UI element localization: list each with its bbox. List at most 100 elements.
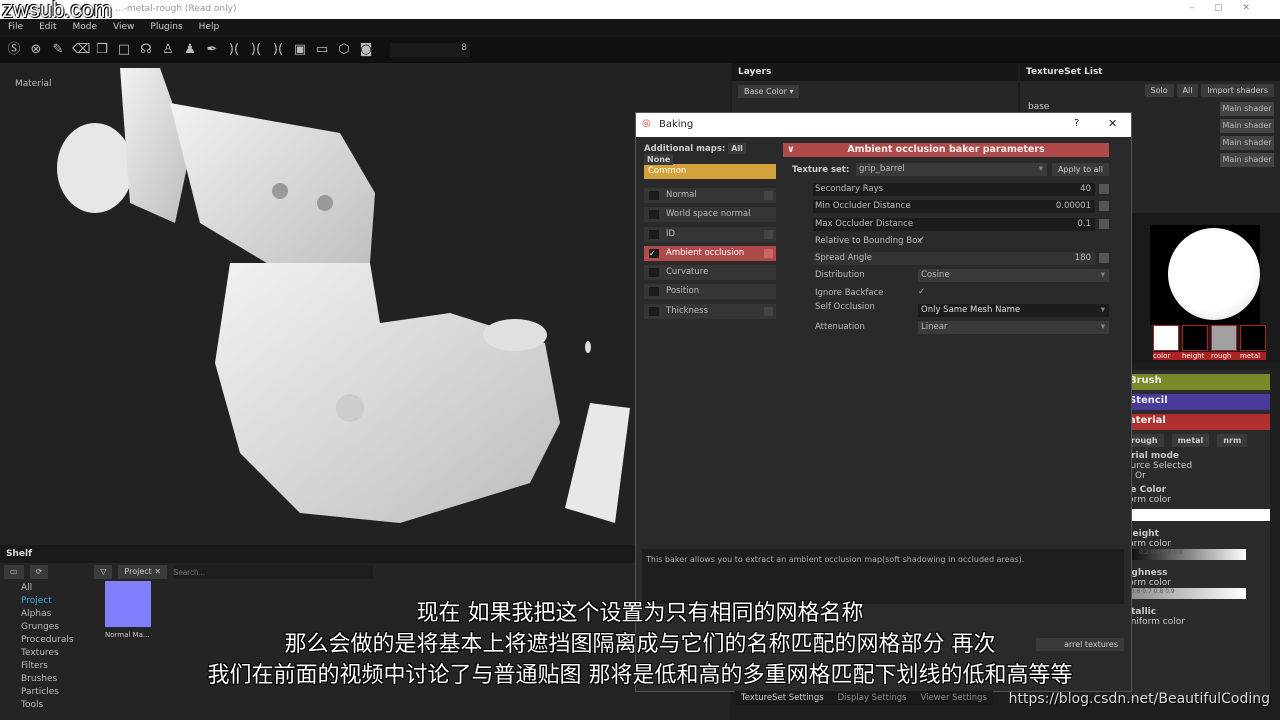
settings-icon[interactable] — [764, 306, 773, 316]
menu-plugins[interactable]: Plugins — [142, 19, 190, 37]
map-ambient-occlusion[interactable]: ✓ Ambient occlusion — [644, 245, 776, 261]
substance-icon[interactable]: Ⓢ — [6, 42, 22, 58]
menu-edit[interactable]: Edit — [31, 19, 64, 37]
dialog-title-bar: ◎ Baking ? ✕ — [636, 113, 1131, 137]
min-occluder-slider[interactable]: Min Occluder Distance 0.00001 — [813, 200, 1095, 214]
size-slider[interactable]: 8 — [390, 43, 470, 57]
map-position[interactable]: Position — [644, 284, 776, 300]
checkbox-checked[interactable]: ✓ — [649, 248, 659, 258]
checkbox[interactable] — [649, 229, 659, 239]
channel-value: Base Color — [744, 87, 787, 96]
stencil-section[interactable]: Stencil — [1125, 394, 1270, 410]
projection-icon[interactable]: ❐ — [94, 42, 110, 58]
height-slider[interactable]: 0.2 0.4 0.6 0.8 — [1125, 549, 1246, 560]
ao-section-header[interactable]: ∨ Ambient occlusion baker parameters — [783, 143, 1109, 157]
screenshot-icon[interactable]: ◙ — [358, 42, 374, 58]
checkbox[interactable] — [649, 191, 659, 200]
eraser-icon[interactable]: ⌫ — [72, 42, 90, 58]
base-color-swatch[interactable] — [1125, 509, 1270, 521]
smudge-icon[interactable]: ☊ — [138, 42, 154, 58]
all-button[interactable]: All — [1176, 84, 1199, 97]
swatch-color[interactable] — [1153, 325, 1179, 351]
menu-file[interactable]: File — [0, 19, 31, 37]
solo-button[interactable]: Solo — [1144, 84, 1174, 97]
metal-toggle[interactable]: metal — [1171, 434, 1210, 447]
tab-display-settings[interactable]: Display Settings — [838, 693, 907, 703]
filter-tag[interactable]: Project ✕ — [118, 565, 168, 579]
tab-textureset-settings[interactable]: TextureSet Settings — [741, 693, 824, 703]
all-maps-button[interactable]: All — [728, 143, 746, 154]
spread-angle-slider[interactable]: Spread Angle 180 — [813, 252, 1095, 266]
menu-view[interactable]: View — [105, 19, 142, 37]
filter-icon[interactable]: ▽ — [94, 565, 113, 579]
textureset-item-name[interactable]: base — [1028, 102, 1049, 112]
nrm-toggle[interactable]: nrm — [1217, 434, 1248, 447]
map-normal[interactable]: Normal — [644, 188, 776, 203]
3d-viewport[interactable]: Material — [0, 63, 730, 545]
apply-to-all-button[interactable]: Apply to all — [1051, 163, 1109, 176]
edit-pen-icon[interactable] — [1099, 218, 1109, 229]
cube-icon[interactable]: ⬡ — [336, 42, 352, 58]
menu-help[interactable]: Help — [191, 19, 228, 37]
close-button[interactable]: ✕ — [1108, 117, 1117, 130]
map-thickness[interactable]: Thickness — [644, 303, 776, 319]
swatch-height[interactable] — [1182, 325, 1208, 351]
help-button[interactable]: ? — [1074, 118, 1079, 129]
map-id[interactable]: ID — [644, 226, 776, 242]
symmetry-y-icon[interactable]: )( — [270, 42, 286, 58]
material-section[interactable]: aterial — [1125, 414, 1270, 430]
edit-pen-icon[interactable] — [1099, 184, 1109, 194]
channel-metal: metal — [1240, 352, 1261, 360]
ignore-backface-checkbox[interactable]: ✓ — [918, 287, 925, 297]
polygon-fill-icon[interactable]: □ — [116, 42, 132, 58]
checkbox[interactable] — [649, 210, 659, 220]
symmetry-icon[interactable]: )( — [226, 42, 242, 58]
swatch-rough[interactable] — [1211, 325, 1237, 351]
checkbox[interactable] — [649, 306, 659, 316]
settings-icon[interactable] — [764, 229, 773, 239]
settings-icon[interactable] — [764, 248, 773, 258]
shader-button[interactable]: Main shader — [1220, 136, 1274, 150]
relative-bb-checkbox[interactable]: ✓ — [918, 235, 925, 245]
map-curvature[interactable]: Curvature — [644, 265, 776, 281]
camera-icon[interactable]: ▣ — [292, 42, 308, 58]
secondary-rays-slider[interactable]: Secondary Rays 40 — [813, 183, 1095, 196]
clone-stamp-icon[interactable]: ♙ — [160, 42, 176, 58]
symmetry-x-icon[interactable]: )( — [248, 42, 264, 58]
settings-icon[interactable] — [764, 191, 773, 200]
edit-pen-icon[interactable] — [1099, 253, 1109, 264]
window-controls[interactable]: –▢✕ — [1189, 3, 1270, 13]
shader-button[interactable]: Main shader — [1220, 102, 1274, 116]
brush-section[interactable]: Brush — [1125, 374, 1270, 390]
video-icon[interactable]: ▭ — [314, 42, 330, 58]
import-shaders-button[interactable]: Import shaders — [1201, 84, 1274, 97]
attenuation-dropdown[interactable]: Linear — [918, 321, 1109, 335]
bottom-tabs: TextureSet Settings Display Settings Vie… — [735, 691, 994, 705]
max-occluder-slider[interactable]: Max Occluder Distance 0.1 — [813, 217, 1095, 231]
self-occlusion-dropdown[interactable]: Only Same Mesh Name — [918, 304, 1109, 318]
shelf-cat-tools[interactable]: Tools — [0, 698, 96, 711]
folder-icon[interactable]: ▭ — [4, 565, 24, 579]
checkbox[interactable] — [649, 287, 659, 297]
shader-button[interactable]: Main shader — [1220, 119, 1274, 133]
color-picker-icon[interactable]: ✒ — [204, 42, 220, 58]
tab-viewer-settings[interactable]: Viewer Settings — [921, 693, 987, 703]
shader-button[interactable]: Main shader — [1220, 153, 1274, 167]
stamp-icon[interactable]: ♟ — [182, 42, 198, 58]
baker-description: This baker allows you to extract an ambi… — [642, 549, 1124, 604]
edit-pen-icon[interactable] — [1099, 201, 1109, 212]
shelf-search-input[interactable] — [173, 565, 374, 579]
menu-mode[interactable]: Mode — [65, 19, 106, 37]
preview-sphere — [1168, 228, 1260, 320]
shelf-cat-all[interactable]: All — [0, 581, 96, 594]
paint-brush-icon[interactable]: ✎ — [50, 42, 66, 58]
sync-icon[interactable]: ⊗ — [28, 42, 44, 58]
distribution-dropdown[interactable]: Cosine — [918, 269, 1109, 283]
common-tab[interactable]: Common — [644, 164, 776, 179]
map-world-space-normal[interactable]: World space normal — [644, 207, 776, 223]
swatch-metal[interactable] — [1240, 325, 1266, 351]
texture-set-dropdown[interactable]: grip_barrel — [856, 163, 1047, 176]
checkbox[interactable] — [649, 268, 659, 278]
import-icon[interactable]: ⟳ — [29, 565, 49, 579]
channel-dropdown[interactable]: Base Color ▾ — [738, 85, 800, 98]
